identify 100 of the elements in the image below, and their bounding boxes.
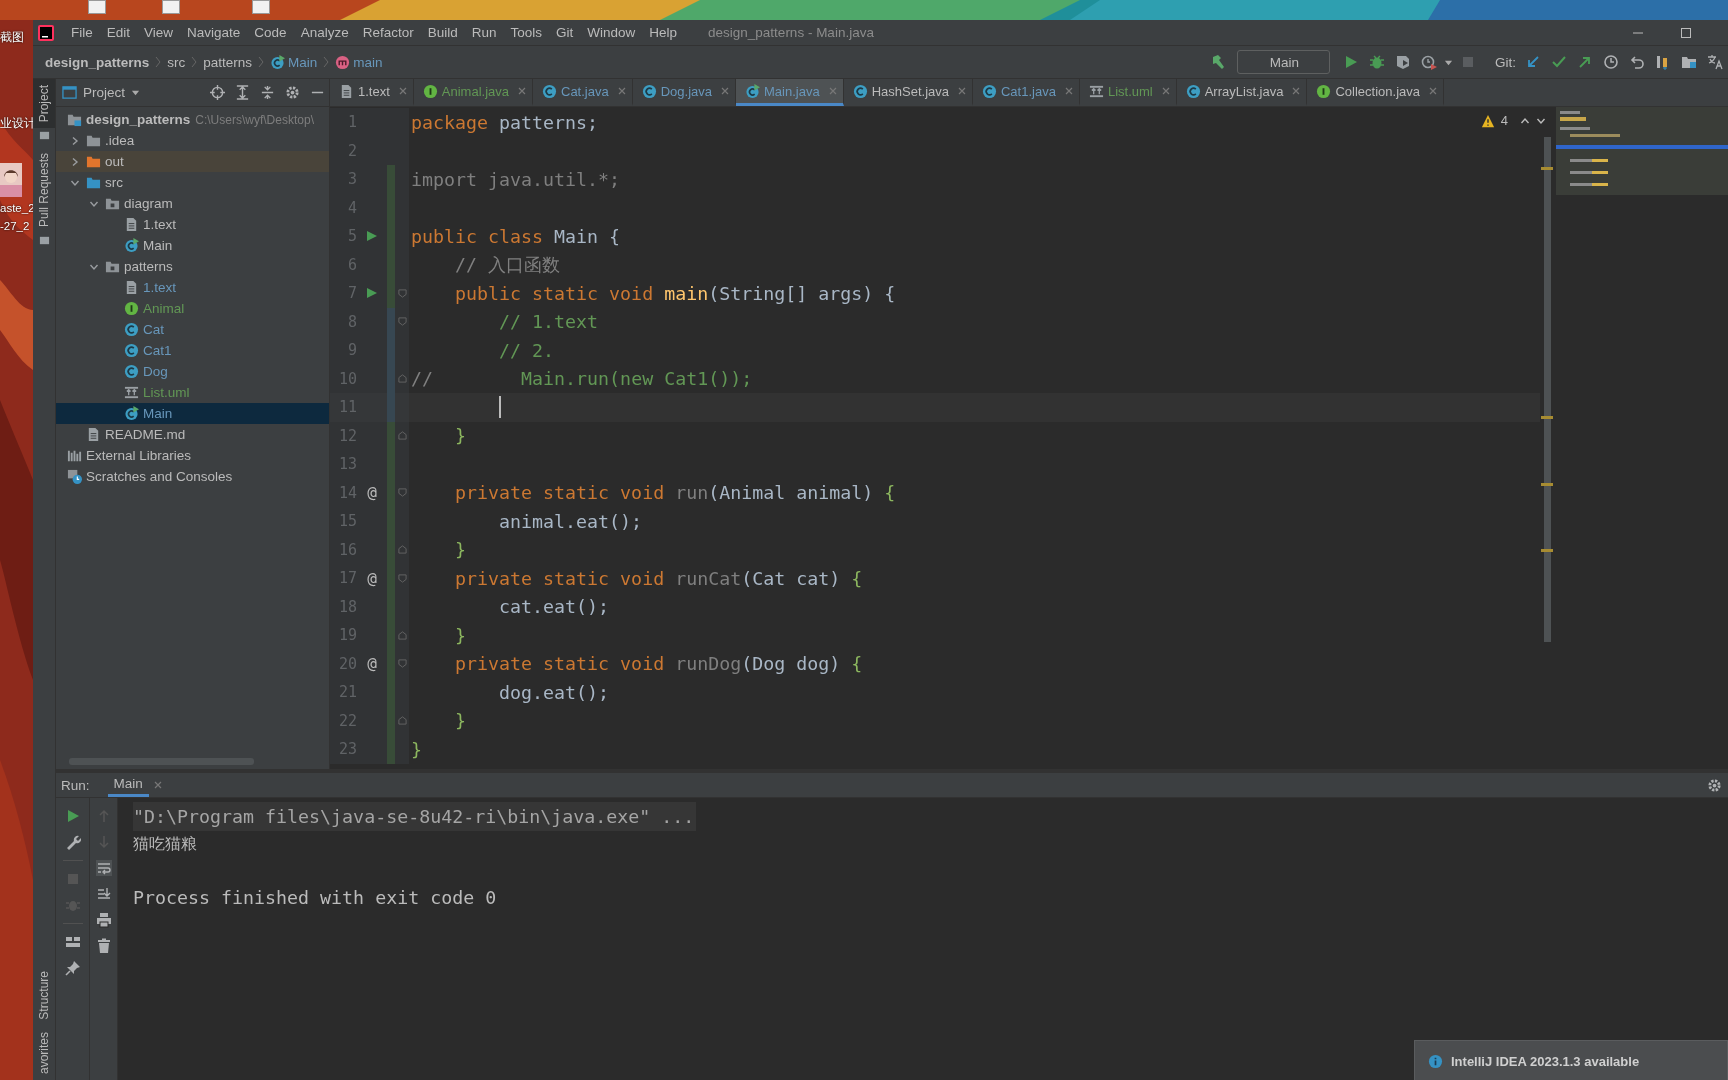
change-marker[interactable] <box>387 421 395 450</box>
panel-icon[interactable] <box>38 235 50 247</box>
project-view-dropdown[interactable]: Project <box>83 85 126 100</box>
tool-window-tab[interactable]: avorites <box>33 1025 55 1080</box>
trash-icon[interactable] <box>95 938 112 954</box>
menu-item[interactable]: View <box>137 25 181 40</box>
soft-wrap-icon[interactable] <box>95 860 112 876</box>
fold-marker-icon[interactable] <box>397 716 407 726</box>
change-marker[interactable] <box>387 307 395 336</box>
layout-icon[interactable] <box>64 934 81 950</box>
fold-marker-icon[interactable] <box>397 288 407 298</box>
editor-tab[interactable]: Collection.java <box>1307 79 1444 106</box>
tree-item[interactable]: Animal <box>56 298 329 319</box>
change-marker[interactable] <box>387 735 395 764</box>
stop-icon[interactable] <box>1460 54 1476 70</box>
change-marker[interactable] <box>387 279 395 308</box>
change-marker[interactable] <box>387 165 395 194</box>
warning-count[interactable]: 4 <box>1500 113 1508 128</box>
tree-item[interactable]: Cat <box>56 319 329 340</box>
menu-item[interactable]: Window <box>580 25 643 40</box>
menu-item[interactable]: Build <box>420 25 465 40</box>
close-icon[interactable] <box>1160 86 1171 96</box>
fold-marker-icon[interactable] <box>397 630 407 640</box>
settings-icon[interactable] <box>1707 777 1722 793</box>
close-icon[interactable] <box>1291 86 1302 96</box>
tree-item[interactable]: List.uml <box>56 382 329 403</box>
menu-item[interactable]: Code <box>247 25 294 40</box>
close-icon[interactable] <box>1063 86 1074 96</box>
scroll-to-end-icon[interactable] <box>95 886 112 902</box>
fold-marker-icon[interactable] <box>397 374 407 384</box>
tool-window-tab[interactable]: Project <box>33 79 55 129</box>
undo-icon[interactable] <box>1629 54 1645 70</box>
menu-item[interactable]: Refactor <box>355 25 421 40</box>
override-marker[interactable]: @ <box>367 568 377 588</box>
chevron-right-icon[interactable] <box>70 135 80 146</box>
close-icon[interactable] <box>827 86 838 96</box>
close-icon[interactable] <box>1428 86 1438 96</box>
breadcrumb-item[interactable]: patterns <box>203 54 253 70</box>
warning-icon[interactable] <box>1480 113 1495 128</box>
check-icon[interactable] <box>1551 54 1567 70</box>
editor-tab[interactable]: HashSet.java <box>843 79 973 106</box>
close-icon[interactable] <box>397 86 408 96</box>
close-icon[interactable] <box>517 86 527 96</box>
tree-item[interactable]: Cat1 <box>56 340 329 361</box>
pin-icon[interactable] <box>64 960 81 976</box>
close-icon[interactable] <box>616 86 627 96</box>
collapse-all-icon[interactable] <box>260 85 275 100</box>
tree-item[interactable]: out <box>56 151 329 172</box>
fold-marker-icon[interactable] <box>397 545 407 555</box>
editor-tab[interactable]: ArrayList.java <box>1176 79 1308 106</box>
warning-marker[interactable] <box>1541 483 1553 486</box>
clock-icon[interactable] <box>1603 54 1619 70</box>
tree-item[interactable]: 1.text <box>56 277 329 298</box>
fold-marker-icon[interactable] <box>397 573 407 583</box>
caret-icon[interactable] <box>131 88 141 97</box>
tree-item[interactable]: Dog <box>56 361 329 382</box>
override-marker[interactable]: @ <box>367 483 377 503</box>
override-marker[interactable]: @ <box>367 654 377 674</box>
tree-item[interactable]: Main <box>56 403 329 424</box>
tool-window-tab[interactable]: Pull Requests <box>33 147 55 234</box>
fold-marker-icon[interactable] <box>397 659 407 669</box>
editor-tab[interactable]: 1.text <box>330 79 414 106</box>
coverage-icon[interactable] <box>1395 54 1411 70</box>
close-icon[interactable] <box>957 86 967 96</box>
close-icon[interactable] <box>720 86 730 96</box>
tree-item[interactable]: README.md <box>56 424 329 445</box>
editor-tab[interactable]: Animal.java <box>413 79 533 106</box>
menu-item[interactable]: File <box>64 25 100 40</box>
menu-item[interactable]: Analyze <box>293 25 356 40</box>
tool-window-tab[interactable]: Structure <box>33 965 55 1026</box>
notification[interactable]: IntelliJ IDEA 2023.1.3 available <box>1414 1040 1728 1080</box>
close-icon[interactable] <box>152 780 163 790</box>
menu-item[interactable]: Run <box>464 25 504 40</box>
breadcrumb-item[interactable]: design_patterns <box>45 54 150 70</box>
editor-tab[interactable]: Cat.java <box>533 79 633 106</box>
tree-item[interactable]: diagram <box>56 193 329 214</box>
push-icon[interactable] <box>1577 54 1593 70</box>
settings-icon[interactable] <box>285 85 300 100</box>
warning-marker[interactable] <box>1541 416 1553 419</box>
tree-item[interactable]: .idea <box>56 130 329 151</box>
editor-tab[interactable]: List.uml <box>1079 79 1177 106</box>
fold-marker-icon[interactable] <box>397 431 407 441</box>
folder-icon[interactable] <box>1681 54 1697 70</box>
chevron-right-icon[interactable] <box>70 156 80 167</box>
breadcrumb-item[interactable]: main <box>353 54 383 70</box>
chevron-up-icon[interactable] <box>1520 115 1530 126</box>
run-icon[interactable] <box>366 230 378 243</box>
warning-marker[interactable] <box>1541 549 1553 552</box>
warning-marker[interactable] <box>1541 167 1553 170</box>
menu-item[interactable]: Navigate <box>180 25 248 40</box>
scrollbar[interactable] <box>1544 137 1551 642</box>
expand-all-icon[interactable] <box>235 85 250 100</box>
tree-item[interactable]: Main <box>56 235 329 256</box>
tree-item[interactable]: 1.text <box>56 214 329 235</box>
bug-icon[interactable] <box>1369 54 1385 70</box>
menu-item[interactable]: Help <box>642 25 685 40</box>
print-icon[interactable] <box>95 912 112 928</box>
profiler-icon[interactable] <box>1421 54 1437 70</box>
tree-item[interactable]: src <box>56 172 329 193</box>
update-icon[interactable] <box>1525 54 1541 70</box>
